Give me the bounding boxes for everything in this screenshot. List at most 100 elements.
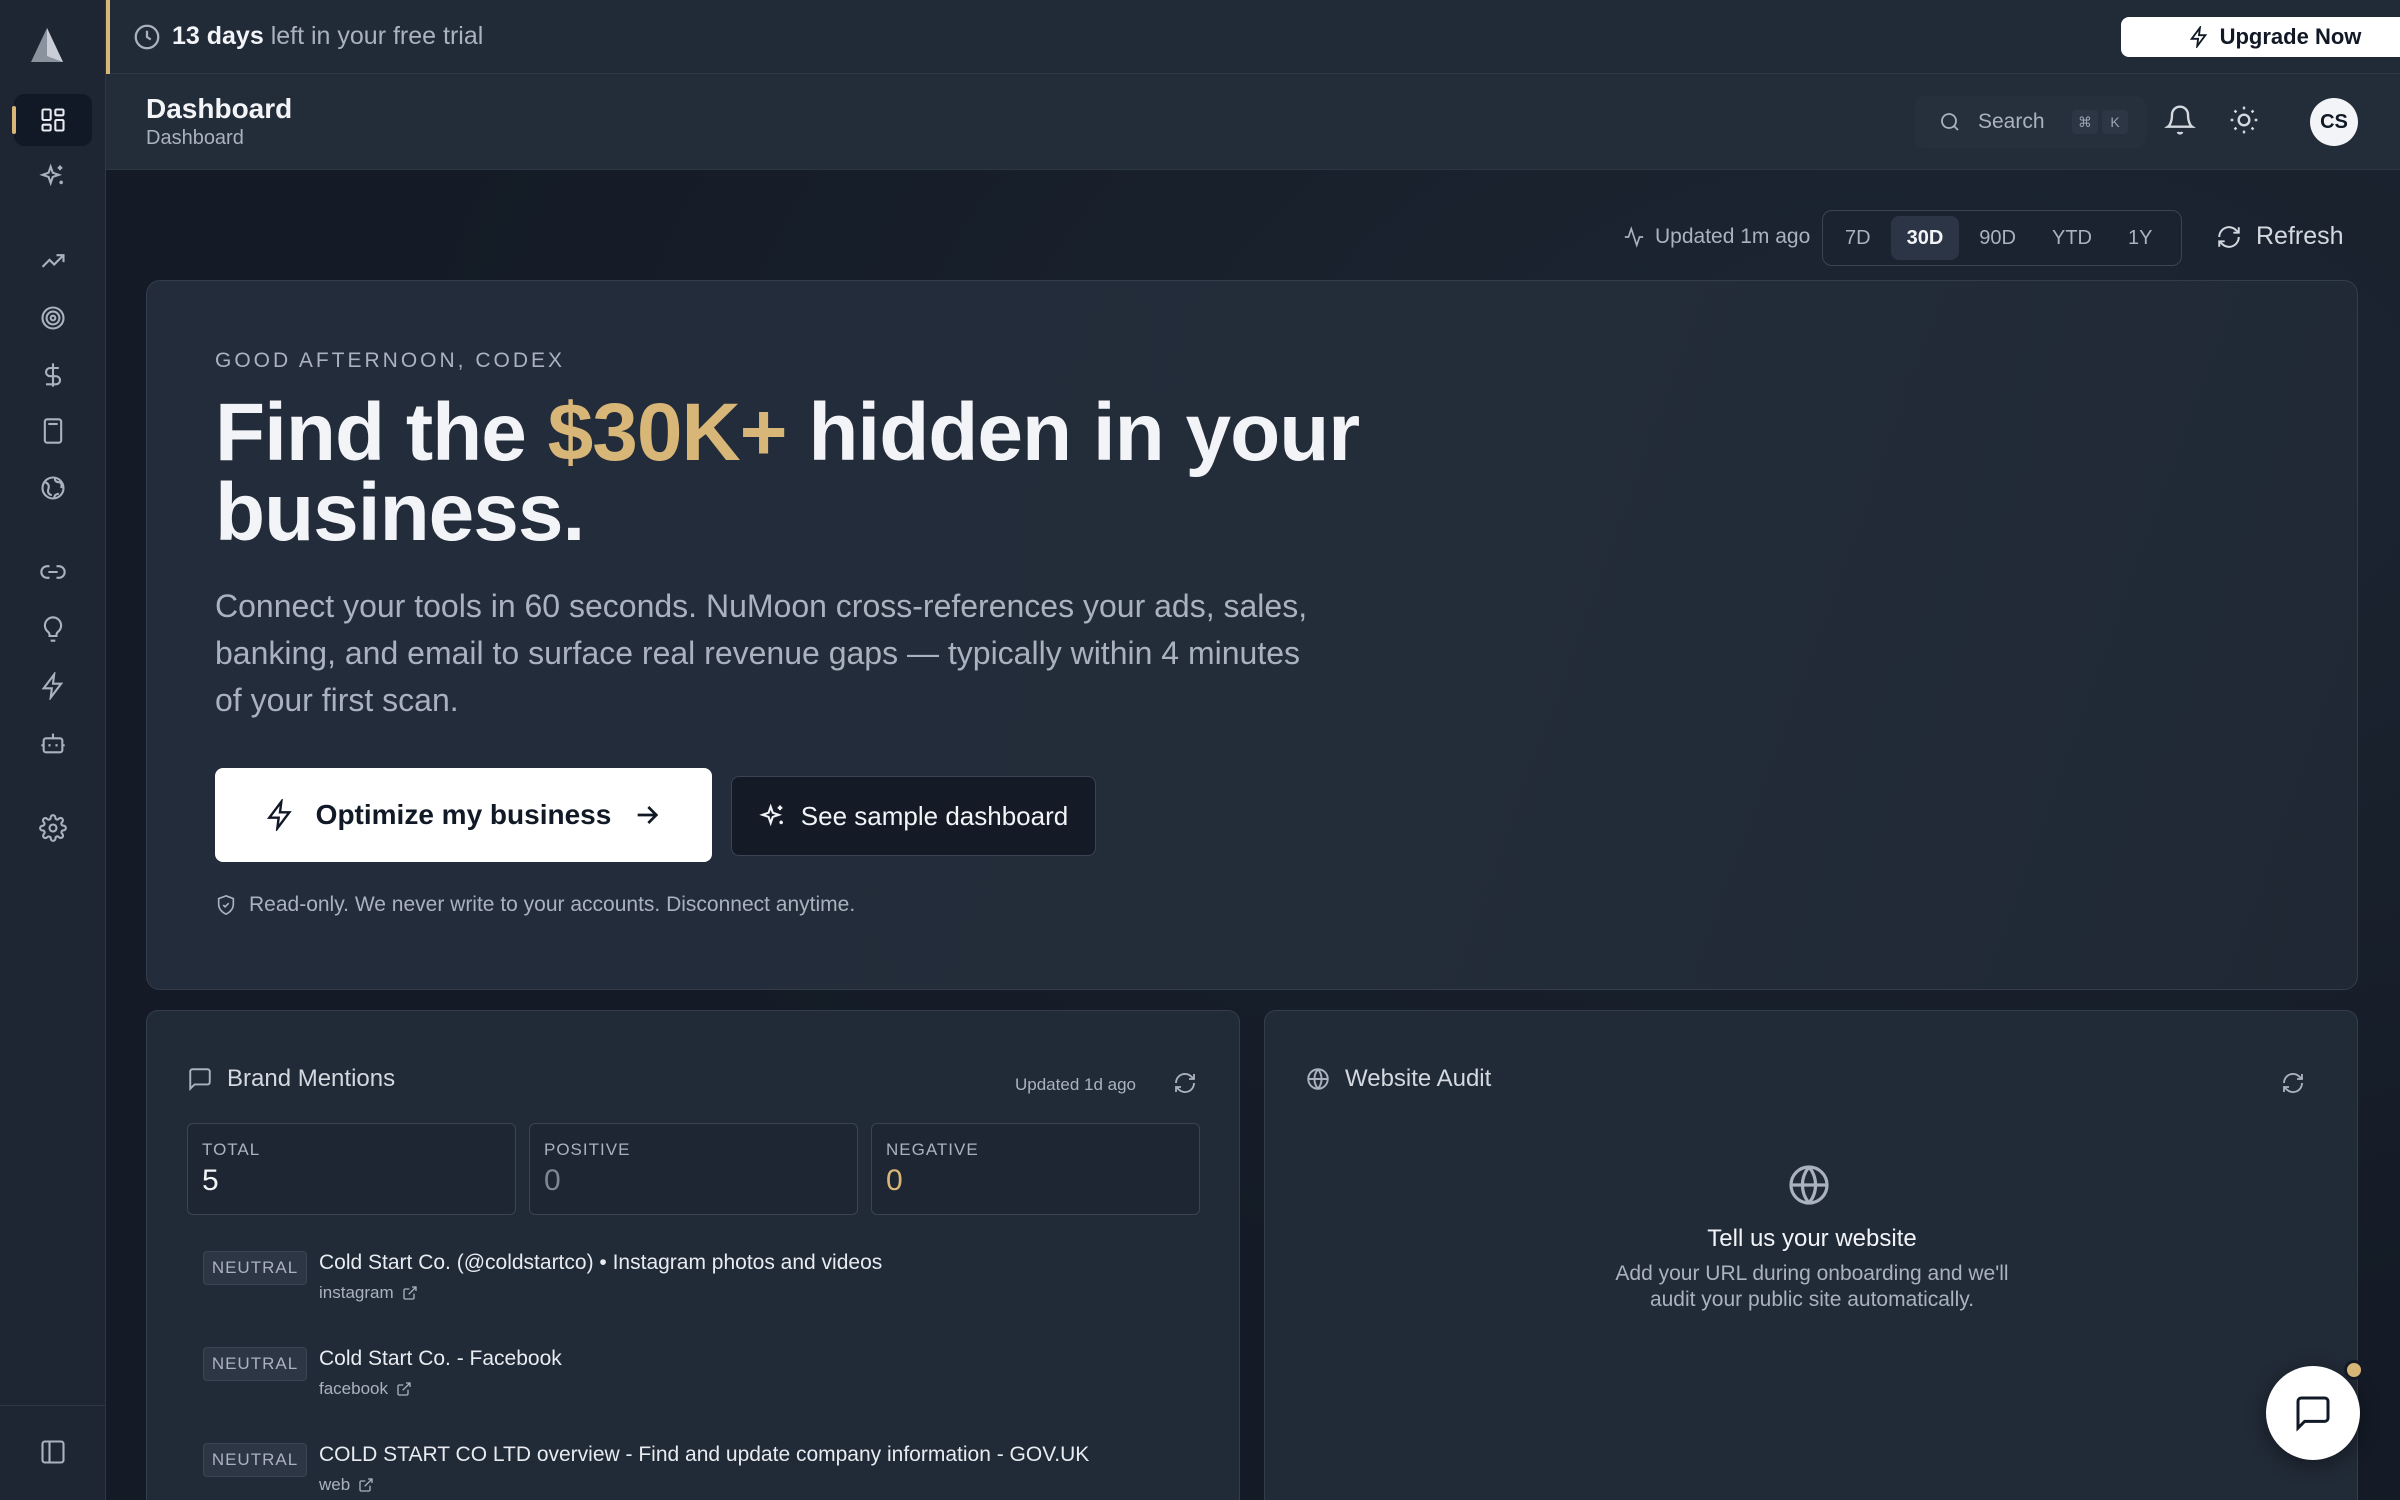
mention-title[interactable]: Cold Start Co. (@coldstartco) • Instagra… — [319, 1251, 1219, 1275]
page-header: Dashboard Dashboard Search ⌘ K CS — [106, 74, 2400, 170]
chat-button[interactable] — [2266, 1366, 2360, 1460]
website-audit-title: Website Audit — [1305, 1065, 1491, 1093]
breadcrumb[interactable]: Dashboard — [146, 127, 244, 150]
globe-icon — [1307, 1068, 1329, 1090]
dollar-icon — [44, 363, 62, 387]
sample-dashboard-label: See sample dashboard — [800, 800, 1069, 831]
panel-left-icon — [41, 1440, 65, 1464]
avatar[interactable]: CS — [2310, 98, 2358, 146]
sidebar-item-dashboard[interactable] — [12, 94, 92, 146]
external-link-icon — [397, 1382, 411, 1396]
notification-dot — [2344, 1360, 2364, 1380]
sidebar-item-integrations[interactable] — [14, 546, 92, 598]
audit-empty-desc: Add your URL during onboarding and we'll… — [1615, 1262, 2009, 1311]
mention-title[interactable]: Cold Start Co. - Facebook — [319, 1347, 1219, 1371]
kbd-cmd: ⌘ — [2072, 110, 2098, 134]
kbd-k: K — [2102, 110, 2128, 134]
calculator-icon — [43, 418, 63, 444]
search-label: Search — [1978, 110, 2045, 133]
lightbulb-icon — [43, 616, 63, 642]
upgrade-button[interactable]: Upgrade Now — [2121, 17, 2400, 57]
sidebar-item-trends[interactable] — [14, 235, 92, 287]
hero-lead: Connect your tools in 60 seconds. NuMoon… — [215, 588, 1308, 718]
mentions-updated: Updated 1d ago — [1015, 1075, 1136, 1094]
stat-negative: NEGATIVE 0 — [871, 1123, 1200, 1215]
search-icon — [1941, 113, 1959, 131]
updated-indicator: Updated 1m ago — [1623, 225, 1810, 249]
refresh-label: Refresh — [2256, 222, 2344, 250]
mention-source[interactable]: instagram — [319, 1283, 418, 1303]
logo-icon[interactable] — [27, 26, 67, 66]
sidebar-item-settings[interactable] — [14, 802, 92, 854]
sparkles-icon — [759, 803, 783, 827]
upgrade-label: Upgrade Now — [2219, 24, 2362, 49]
brand-mentions-title: Brand Mentions — [187, 1065, 395, 1093]
range-ytd[interactable]: YTD — [2036, 216, 2108, 260]
hero-card: GOOD AFTERNOON, CODEX Find the $30K+ hid… — [146, 280, 2358, 990]
sidebar-item-market[interactable] — [14, 462, 92, 514]
trial-text: 13 days left in your free trial — [172, 22, 484, 50]
sidebar-item-calculator[interactable] — [14, 405, 92, 457]
refresh-icon[interactable] — [1173, 1071, 1197, 1095]
range-30d[interactable]: 30D — [1890, 216, 1960, 260]
sentiment-badge: NEUTRAL — [203, 1347, 307, 1381]
readonly-note: Read-only. We never write to your accoun… — [215, 893, 855, 917]
globe-icon — [41, 476, 65, 500]
range-7d[interactable]: 7D — [1829, 216, 1887, 260]
sidebar — [0, 0, 106, 1500]
range-1y[interactable]: 1Y — [2112, 216, 2168, 260]
page-title: Dashboard — [146, 93, 293, 124]
bolt-icon — [2189, 26, 2207, 48]
sentiment-badge: NEUTRAL — [203, 1443, 307, 1477]
updated-text: Updated 1m ago — [1655, 225, 1811, 248]
message-square-icon — [189, 1068, 211, 1092]
optimize-business-button[interactable]: Optimize my business — [215, 768, 712, 862]
bolt-icon — [41, 672, 64, 700]
sample-dashboard-button[interactable]: See sample dashboard — [731, 776, 1096, 856]
refresh-icon — [2218, 225, 2240, 248]
greeting: GOOD AFTERNOON, CODEX — [215, 349, 566, 372]
chat-icon — [2296, 1396, 2330, 1432]
link-icon — [40, 565, 66, 579]
stat-total: TOTAL 5 — [187, 1123, 516, 1215]
sidebar-item-sparkles[interactable] — [14, 150, 92, 202]
sidebar-item-assistant[interactable] — [14, 717, 92, 769]
globe-icon — [1789, 1165, 1829, 1205]
stat-positive-value: 0 — [544, 1164, 561, 1197]
target-icon — [41, 306, 65, 330]
arrow-right-icon — [637, 806, 659, 824]
activity-icon — [1624, 226, 1644, 248]
bell-icon[interactable] — [2164, 104, 2196, 136]
shield-check-icon — [217, 894, 235, 916]
sidebar-item-goals[interactable] — [14, 292, 92, 344]
website-audit-card: Website Audit Tell us your website Add y… — [1264, 1010, 2358, 1500]
range-90d[interactable]: 90D — [1963, 216, 2032, 260]
headline-accent: $30K+ — [547, 387, 788, 478]
stat-total-value: 5 — [202, 1164, 219, 1197]
sun-icon[interactable] — [2228, 104, 2260, 136]
brand-mentions-card: Brand Mentions Updated 1d ago TOTAL 5 PO… — [146, 1010, 1240, 1500]
sidebar-item-insights[interactable] — [14, 603, 92, 655]
trial-banner: 13 days left in your free trial Upgrade … — [106, 0, 2400, 74]
clock-icon — [134, 24, 160, 50]
gear-icon — [39, 814, 67, 842]
sidebar-item-revenue[interactable] — [14, 349, 92, 401]
optimize-label: Optimize my business — [315, 799, 612, 830]
sparkles-icon — [39, 163, 63, 187]
main-content: Updated 1m ago 7D 30D 90D YTD 1Y Refresh… — [106, 170, 2400, 1500]
mention-title[interactable]: COLD START CO LTD overview - Find and up… — [319, 1443, 1219, 1467]
external-link-icon — [402, 1286, 417, 1300]
mention-source[interactable]: web — [319, 1475, 374, 1495]
sidebar-collapse-button[interactable] — [14, 1426, 92, 1478]
sidebar-divider — [0, 1405, 106, 1406]
stat-negative-value: 0 — [886, 1164, 903, 1197]
sidebar-item-automations[interactable] — [14, 660, 92, 712]
mention-source[interactable]: facebook — [319, 1379, 412, 1399]
refresh-button[interactable]: Refresh — [2216, 222, 2344, 251]
hero-headline: Find the $30K+ hidden in your business. — [215, 387, 1360, 558]
search-button[interactable]: Search ⌘ K — [1914, 96, 2146, 148]
sentiment-badge: NEUTRAL — [203, 1251, 307, 1285]
bolt-icon — [266, 799, 292, 831]
refresh-icon[interactable] — [2281, 1071, 2305, 1095]
external-link-icon — [359, 1478, 373, 1492]
